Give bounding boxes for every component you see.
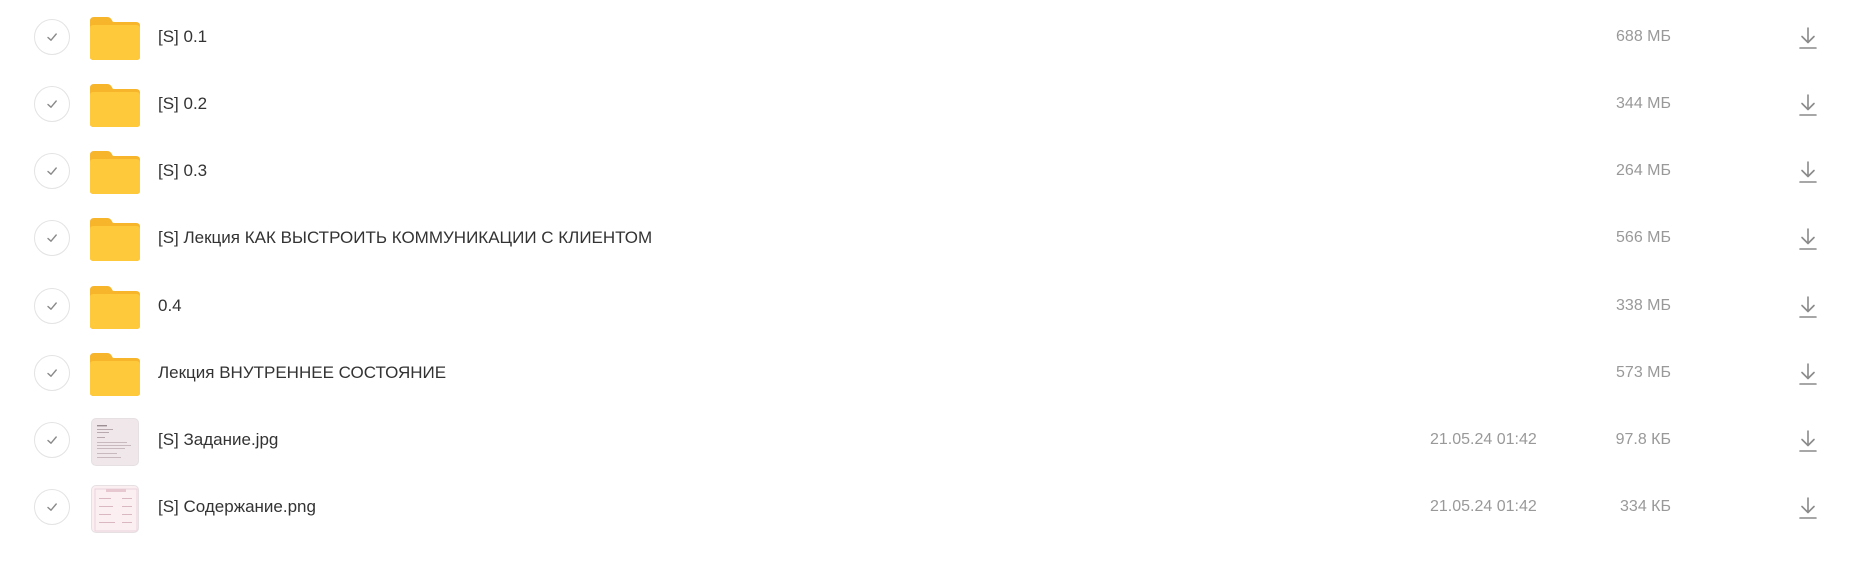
list-item[interactable]: [S] Содержание.png 21.05.24 01:42 334 КБ: [0, 475, 1851, 542]
checkmark-icon: [47, 167, 57, 175]
file-name[interactable]: [S] Задание.jpg: [158, 430, 278, 450]
file-size: 334 КБ: [1620, 498, 1671, 515]
folder-icon: [90, 353, 140, 396]
download-icon[interactable]: [1796, 428, 1820, 454]
download-icon[interactable]: [1796, 495, 1820, 521]
list-item[interactable]: [S] Лекция КАК ВЫСТРОИТЬ КОММУНИКАЦИИ С …: [0, 206, 1851, 273]
file-name[interactable]: [S] 0.3: [158, 161, 207, 181]
list-item[interactable]: [S] Задание.jpg 21.05.24 01:42 97.8 КБ: [0, 408, 1851, 475]
file-size: 573 МБ: [1616, 364, 1671, 381]
file-size: 97.8 КБ: [1615, 431, 1671, 448]
modified-date: 21.05.24 01:42: [1430, 498, 1537, 515]
list-item[interactable]: [S] 0.3 264 МБ: [0, 139, 1851, 206]
image-thumbnail: [91, 485, 139, 533]
checkmark-icon: [47, 503, 57, 511]
file-name[interactable]: [S] Лекция КАК ВЫСТРОИТЬ КОММУНИКАЦИИ С …: [158, 228, 652, 248]
image-thumbnail: [91, 418, 139, 466]
download-icon[interactable]: [1796, 361, 1820, 387]
select-checkbox[interactable]: [34, 288, 70, 324]
document-preview-graphic: [97, 425, 131, 458]
download-icon[interactable]: [1796, 159, 1820, 185]
checkmark-icon: [47, 369, 57, 377]
download-icon[interactable]: [1796, 226, 1820, 252]
file-name[interactable]: 0.4: [158, 296, 182, 316]
file-name[interactable]: [S] 0.2: [158, 94, 207, 114]
select-checkbox[interactable]: [34, 153, 70, 189]
list-item[interactable]: [S] 0.1 688 МБ: [0, 5, 1851, 72]
download-icon[interactable]: [1796, 25, 1820, 51]
document-preview-graphic: [94, 488, 138, 532]
file-size: 344 МБ: [1616, 95, 1671, 112]
checkmark-icon: [47, 436, 57, 444]
list-item[interactable]: Лекция ВНУТРЕННЕЕ СОСТОЯНИЕ 573 МБ: [0, 341, 1851, 408]
file-size: 688 МБ: [1616, 28, 1671, 45]
folder-icon: [90, 286, 140, 329]
file-size: 338 МБ: [1616, 297, 1671, 314]
file-size: 566 МБ: [1616, 229, 1671, 246]
folder-icon: [90, 84, 140, 127]
folder-icon: [90, 151, 140, 194]
download-icon[interactable]: [1796, 294, 1820, 320]
checkmark-icon: [47, 100, 57, 108]
modified-date: 21.05.24 01:42: [1430, 431, 1537, 448]
select-checkbox[interactable]: [34, 220, 70, 256]
list-item[interactable]: [S] 0.2 344 МБ: [0, 72, 1851, 139]
select-checkbox[interactable]: [34, 355, 70, 391]
checkmark-icon: [47, 33, 57, 41]
select-checkbox[interactable]: [34, 422, 70, 458]
checkmark-icon: [47, 302, 57, 310]
file-name[interactable]: [S] Содержание.png: [158, 497, 316, 517]
select-checkbox[interactable]: [34, 86, 70, 122]
folder-icon: [90, 218, 140, 261]
list-item[interactable]: 0.4 338 МБ: [0, 274, 1851, 341]
select-checkbox[interactable]: [34, 489, 70, 525]
file-size: 264 МБ: [1616, 162, 1671, 179]
file-name[interactable]: Лекция ВНУТРЕННЕЕ СОСТОЯНИЕ: [158, 363, 446, 383]
folder-icon: [90, 17, 140, 60]
select-checkbox[interactable]: [34, 19, 70, 55]
download-icon[interactable]: [1796, 92, 1820, 118]
file-name[interactable]: [S] 0.1: [158, 27, 207, 47]
checkmark-icon: [47, 234, 57, 242]
